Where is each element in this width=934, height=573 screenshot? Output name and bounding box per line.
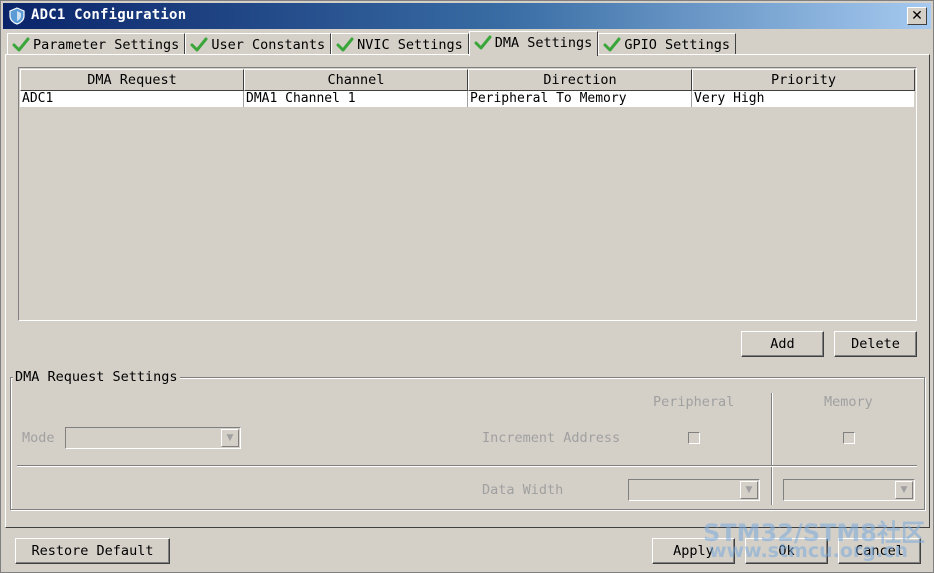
table-row[interactable]: ADC1 DMA1 Channel 1 Peripheral To Memory… xyxy=(20,91,914,107)
shield-icon xyxy=(9,7,25,25)
row-divider xyxy=(17,465,917,467)
peripheral-header: Peripheral xyxy=(653,394,735,410)
chevron-down-icon: ▼ xyxy=(221,429,239,447)
close-button[interactable]: ✕ xyxy=(907,7,927,25)
column-header-direction[interactable]: Direction xyxy=(468,69,692,91)
table-cell: Very High xyxy=(694,91,765,106)
data-width-label: Data Width xyxy=(482,482,564,498)
mode-label: Mode xyxy=(22,430,55,446)
restore-default-button[interactable]: Restore Default xyxy=(15,538,170,564)
adc1-configuration-dialog: ADC1 Configuration ✕ Parameter Settings … xyxy=(0,0,934,573)
close-icon: ✕ xyxy=(911,8,923,24)
column-header-dma-request[interactable]: DMA Request xyxy=(20,69,244,91)
tab-nvic-settings[interactable]: NVIC Settings xyxy=(331,33,469,55)
peripheral-data-width-select[interactable]: ▼ xyxy=(628,479,760,501)
chevron-down-icon: ▼ xyxy=(740,481,758,499)
tab-parameter-settings[interactable]: Parameter Settings xyxy=(7,33,186,55)
tab-bar: Parameter Settings User Constants NVIC S… xyxy=(7,31,736,56)
checkmark-icon xyxy=(336,37,354,51)
column-divider xyxy=(771,393,773,505)
memory-header: Memory xyxy=(824,394,873,410)
watermark-url: www.stmcu.org.cn xyxy=(709,540,908,562)
delete-button[interactable]: Delete xyxy=(834,331,917,357)
tab-label: NVIC Settings xyxy=(357,36,463,53)
checkmark-icon xyxy=(474,35,492,49)
checkmark-icon xyxy=(603,37,621,51)
table-header: DMA Request Channel Direction Priority xyxy=(20,69,915,91)
tab-label: DMA Settings xyxy=(494,34,593,51)
mode-select[interactable]: ▼ xyxy=(65,427,241,449)
checkmark-icon xyxy=(12,37,30,51)
window-title: ADC1 Configuration xyxy=(31,7,187,23)
chevron-down-icon: ▼ xyxy=(895,481,913,499)
memory-data-width-select[interactable]: ▼ xyxy=(783,479,915,501)
tab-label: GPIO Settings xyxy=(624,36,730,53)
checkmark-icon xyxy=(190,37,208,51)
title-bar: ADC1 Configuration ✕ xyxy=(3,3,931,29)
dma-request-table[interactable]: DMA Request Channel Direction Priority A… xyxy=(18,67,917,321)
table-cell: Peripheral To Memory xyxy=(468,91,692,107)
group-title: DMA Request Settings xyxy=(13,369,180,385)
tab-user-constants[interactable]: User Constants xyxy=(185,33,332,55)
tab-label: Parameter Settings xyxy=(33,36,180,53)
peripheral-increment-checkbox[interactable] xyxy=(688,432,700,444)
tab-label: User Constants xyxy=(211,36,326,53)
table-cell: DMA1 Channel 1 xyxy=(244,91,468,107)
column-header-channel[interactable]: Channel xyxy=(244,69,468,91)
table-cell: ADC1 xyxy=(20,91,244,107)
tab-dma-settings[interactable]: DMA Settings xyxy=(468,31,599,56)
memory-increment-checkbox[interactable] xyxy=(843,432,855,444)
column-header-priority[interactable]: Priority xyxy=(692,69,915,91)
add-button[interactable]: Add xyxy=(741,331,824,357)
increment-address-label: Increment Address xyxy=(482,430,621,446)
tab-gpio-settings[interactable]: GPIO Settings xyxy=(598,33,736,55)
